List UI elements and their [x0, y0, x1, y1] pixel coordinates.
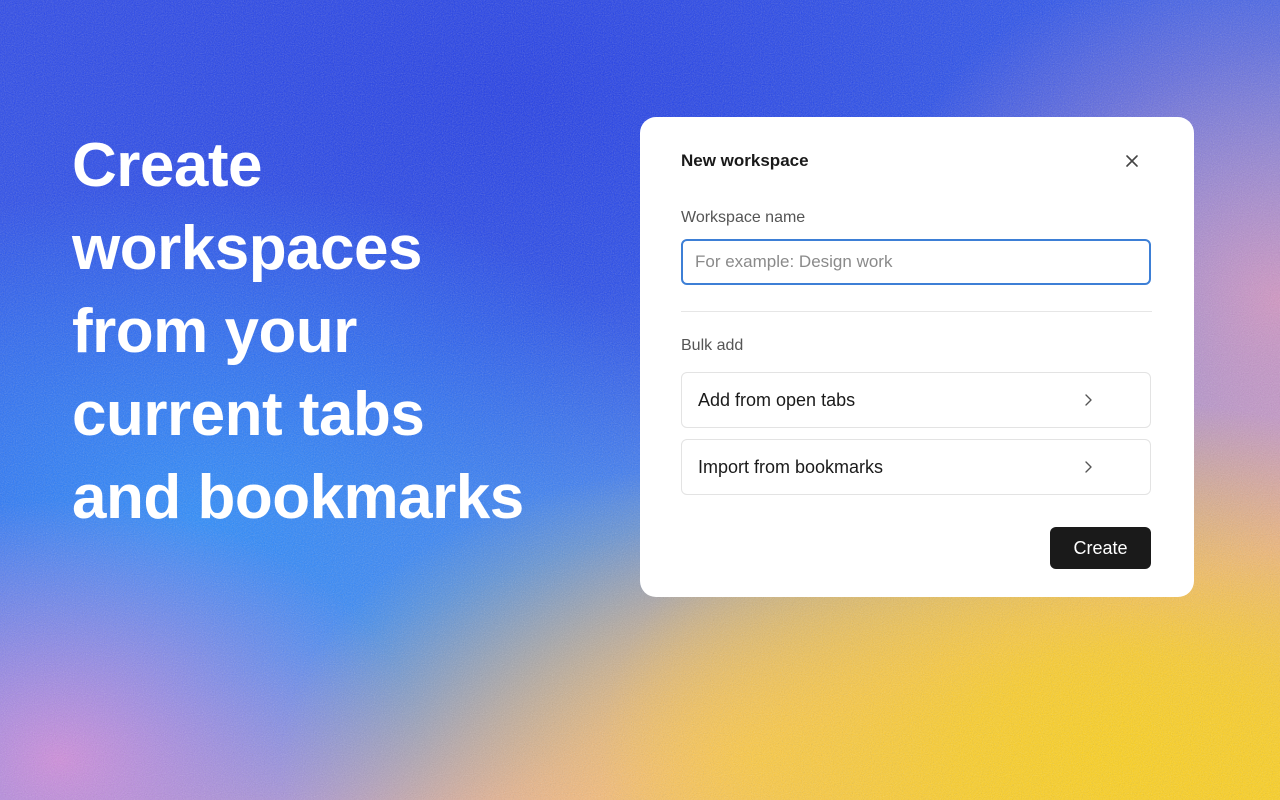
create-button[interactable]: Create: [1050, 527, 1151, 569]
divider: [681, 311, 1152, 312]
hero-headline: Create workspaces from your current tabs…: [72, 124, 592, 539]
add-from-open-tabs-option[interactable]: Add from open tabs: [681, 372, 1151, 428]
headline-line: workspaces: [72, 214, 423, 283]
chevron-right-icon: [1078, 457, 1098, 477]
headline-line: current tabs: [72, 380, 425, 449]
headline-line: and bookmarks: [72, 463, 524, 532]
close-icon: [1126, 155, 1138, 167]
workspace-name-label: Workspace name: [681, 209, 806, 226]
option-label: Import from bookmarks: [698, 456, 884, 477]
new-workspace-dialog: New workspace Workspace name Bulk add Ad…: [640, 117, 1194, 597]
chevron-right-icon: [1078, 390, 1098, 410]
dialog-title: New workspace: [681, 151, 809, 170]
headline-line: Create: [72, 131, 263, 200]
close-button[interactable]: [1120, 149, 1144, 173]
headline-line: from your: [72, 297, 357, 366]
option-label: Add from open tabs: [698, 389, 856, 410]
workspace-name-input[interactable]: [681, 239, 1151, 285]
import-from-bookmarks-option[interactable]: Import from bookmarks: [681, 439, 1151, 495]
bulk-add-label: Bulk add: [681, 337, 744, 354]
